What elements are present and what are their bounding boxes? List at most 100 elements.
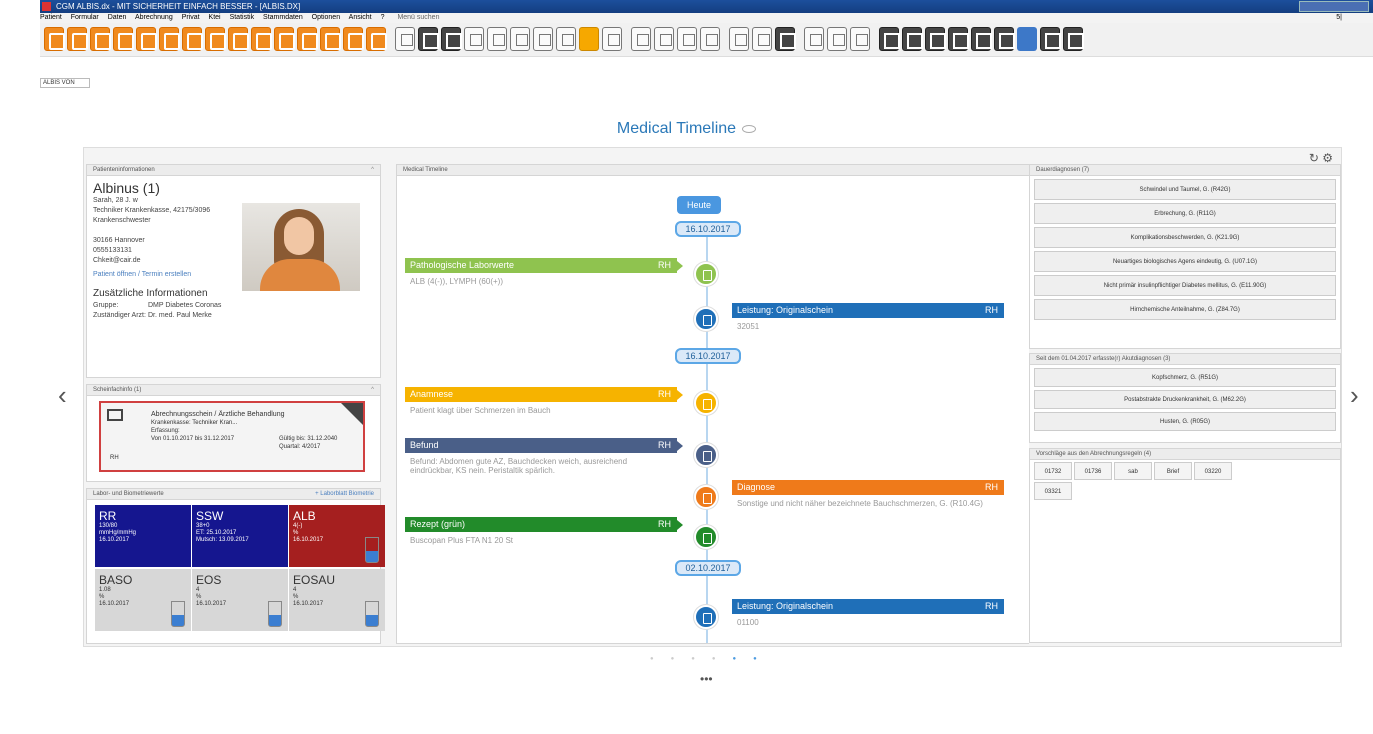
timeline-event[interactable]: Befund RH Befund: Abdomen gute AZ, Bauchde… — [405, 438, 683, 479]
toolbar-email-icon[interactable] — [182, 27, 203, 51]
toolbar-cross-icon[interactable] — [464, 27, 484, 51]
menu-daten[interactable]: Daten — [108, 14, 127, 21]
toolbar-calendar-check-icon[interactable] — [274, 27, 295, 51]
more-icon[interactable]: ••• — [700, 672, 713, 686]
billing-card[interactable]: Abrechnungsschein / Ärztliche Behandlung… — [99, 401, 365, 472]
lab-tile[interactable]: ALB 4(-)% 16.10.2017 — [289, 505, 385, 567]
timeline-event[interactable]: Diagnose RH Sonstige und nicht näher bezei… — [732, 480, 1004, 512]
diagnosis-button[interactable]: Komplikationsbeschwerden, G. (K21.9G) — [1034, 227, 1336, 248]
menu-search-input[interactable]: Menü suchen — [397, 13, 457, 23]
lab-tile[interactable]: EOS 4% 16.10.2017 — [192, 569, 288, 631]
event-type-icon[interactable] — [694, 525, 718, 549]
diagnosis-button[interactable]: Neuartiges biologisches Agens eindeutig,… — [1034, 251, 1336, 272]
diagnosis-button[interactable]: Hirnchemische Anteilnahme, G. (Z84.7G) — [1034, 299, 1336, 320]
fee-code-cell[interactable]: 03321 — [1034, 482, 1072, 500]
toolbar-grid-icon[interactable] — [487, 27, 507, 51]
event-type-icon[interactable] — [694, 262, 718, 286]
collapse-icon[interactable]: ^ — [371, 385, 374, 396]
toolbar-layout-2-icon[interactable] — [654, 27, 674, 51]
diagnosis-button[interactable]: Schwindel und Taumel, G. (R42G) — [1034, 179, 1336, 200]
menu-stammdaten[interactable]: Stammdaten — [263, 14, 303, 21]
toolbar-print-icon[interactable] — [948, 27, 969, 51]
timeline-event[interactable]: Leistung: Originalschein RH 32051 — [732, 303, 1004, 335]
toolbar-doc2-icon[interactable] — [879, 27, 900, 51]
tab-albis[interactable]: ALBIS VON — [40, 78, 90, 88]
labs-links[interactable]: + Laborblatt Biometrie — [315, 489, 374, 500]
fee-code-cell[interactable]: 01732 — [1034, 462, 1072, 480]
toolbar-layout-4-icon[interactable] — [700, 27, 720, 51]
fee-code-cell[interactable]: sab — [1114, 462, 1152, 480]
toolbar-frame-icon[interactable] — [533, 27, 553, 51]
toolbar-clock-icon[interactable] — [366, 27, 387, 51]
fee-code-cell[interactable]: 03220 — [1194, 462, 1232, 480]
toolbar-layout-5-icon[interactable] — [729, 27, 749, 51]
prev-arrow-icon[interactable]: ‹ — [58, 380, 67, 411]
pager-dots[interactable]: ●●●●●● — [650, 656, 774, 662]
toolbar-columns-icon[interactable] — [113, 27, 134, 51]
toolbar-layout-3-icon[interactable] — [677, 27, 697, 51]
toolbar-info-icon[interactable] — [343, 27, 364, 51]
toolbar-window-icon[interactable] — [418, 27, 439, 51]
lab-tile[interactable]: EOSAU 4% 16.10.2017 — [289, 569, 385, 631]
diagnosis-button[interactable]: Erbrechung, G. (R11G) — [1034, 203, 1336, 224]
next-arrow-icon[interactable]: › — [1350, 380, 1359, 411]
toolbar-chart-icon[interactable] — [320, 27, 341, 51]
toolbar-zoom-icon[interactable] — [556, 27, 576, 51]
toolbar-doc-icon[interactable] — [159, 27, 180, 51]
refresh-icon[interactable]: ↻ — [1309, 151, 1319, 165]
timeline-event[interactable]: Rezept (grün) RH Buscopan Plus FTA N1 20 S… — [405, 517, 683, 549]
diagnosis-button[interactable]: Kopfschmerz, G. (R51G) — [1034, 368, 1336, 387]
menu-abrechnung[interactable]: Abrechnung — [135, 14, 173, 21]
toolbar-save-icon[interactable] — [994, 27, 1015, 51]
event-type-icon[interactable] — [694, 485, 718, 509]
menu-ansicht[interactable]: Ansicht — [349, 14, 372, 21]
toolbar-text-a-icon[interactable] — [579, 27, 599, 51]
menu-privat[interactable]: Privat — [182, 14, 200, 21]
event-type-icon[interactable] — [694, 307, 718, 331]
timeline-event[interactable]: Anamnese RH Patient klagt über Schmerzen i… — [405, 387, 683, 419]
toolbar-ab-icon[interactable] — [602, 27, 622, 51]
today-button[interactable]: Heute — [677, 196, 721, 214]
timeline-event[interactable]: Pathologische Laborwerte RH ALB (4(-)), LY… — [405, 258, 683, 290]
timeline-event[interactable]: Leistung: Originalschein RH 01100 — [732, 599, 1004, 631]
toolbar-split-icon[interactable] — [827, 27, 847, 51]
toolbar-layout-7-icon[interactable] — [775, 27, 796, 51]
menu-optionen[interactable]: Optionen — [312, 14, 340, 21]
toolbar-drop-icon[interactable] — [1063, 27, 1084, 51]
toolbar-card-icon[interactable] — [90, 27, 111, 51]
gear-icon[interactable]: ⚙ — [1322, 151, 1333, 165]
diagnosis-button[interactable]: Husten, G. (R05G) — [1034, 412, 1336, 431]
eye-icon[interactable] — [742, 124, 757, 133]
toolbar-layout-6-icon[interactable] — [752, 27, 772, 51]
toolbar-history-icon[interactable] — [902, 27, 923, 51]
toolbar-view-icon[interactable] — [251, 27, 272, 51]
lab-tile[interactable]: SSW 38+0 ET: 25.10.2017 Mutsch: 13.09.2017 — [192, 505, 288, 567]
event-type-icon[interactable] — [694, 605, 718, 629]
toolbar-tree-icon[interactable] — [971, 27, 992, 51]
toolbar-p-icon[interactable] — [804, 27, 824, 51]
toolbar-tag-icon[interactable] — [1040, 27, 1061, 51]
fee-code-cell[interactable]: 01736 — [1074, 462, 1112, 480]
toolbar-book-icon[interactable] — [925, 27, 946, 51]
menu-help[interactable]: ? — [381, 14, 385, 21]
toolbar-blank-icon[interactable] — [395, 27, 415, 51]
toolbar-layout-1-icon[interactable] — [631, 27, 651, 51]
toolbar-new-icon[interactable] — [44, 27, 65, 51]
menu-statistik[interactable]: Statistik — [230, 14, 255, 21]
diagnosis-button[interactable]: Nicht primär insulinpflichtiger Diabetes… — [1034, 275, 1336, 296]
toolbar-open-icon[interactable] — [67, 27, 88, 51]
menu-formular[interactable]: Formular — [71, 14, 99, 21]
collapse-icon[interactable]: ^ — [371, 165, 374, 176]
toolbar-square-icon[interactable] — [441, 27, 462, 51]
fee-code-cell[interactable]: Brief — [1154, 462, 1192, 480]
menu-ktei[interactable]: Ktei — [209, 14, 221, 21]
lab-tile[interactable]: BASO 1.08% 16.10.2017 — [95, 569, 191, 631]
window-controls[interactable] — [1299, 1, 1369, 12]
toolbar-albis-icon[interactable] — [1017, 27, 1037, 51]
toolbar-lab-icon[interactable] — [205, 27, 226, 51]
toolbar-stamp-icon[interactable] — [136, 27, 157, 51]
event-type-icon[interactable] — [694, 391, 718, 415]
event-type-icon[interactable] — [694, 443, 718, 467]
toolbar-list-icon[interactable] — [510, 27, 530, 51]
toolbar-pane-icon[interactable] — [850, 27, 870, 51]
